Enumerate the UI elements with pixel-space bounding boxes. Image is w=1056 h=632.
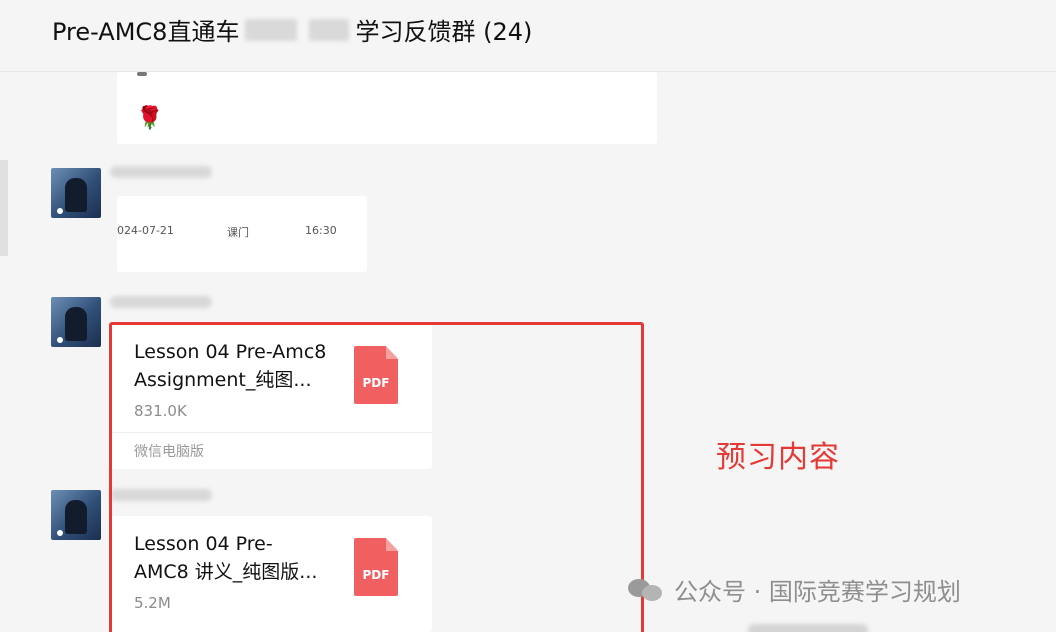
avatar[interactable]: [51, 490, 101, 540]
partial-text: [137, 72, 147, 76]
chat-title-prefix: Pre-AMC8直通车: [52, 18, 240, 46]
avatar[interactable]: [51, 297, 101, 347]
redacted-sender-name: [110, 166, 212, 178]
message-time: 16:30: [305, 224, 337, 237]
avatar-badge: [57, 208, 63, 214]
avatar-badge: [57, 337, 63, 343]
scrollbar[interactable]: [0, 160, 8, 256]
message-date: 024-07-21: [117, 224, 174, 237]
date-message-bubble[interactable]: 024-07-21 课门 16:30: [117, 196, 367, 272]
watermark-text: 公众号 · 国际竞赛学习规划: [674, 578, 961, 606]
avatar-badge: [57, 530, 63, 536]
avatar-figure: [65, 500, 87, 534]
redacted-title-part: [245, 18, 298, 41]
chat-window: Pre-AMC8直通车 学习反馈群 (24) 🌹 024-07-21 课门 16…: [0, 0, 1056, 632]
wechat-icon: [628, 577, 664, 603]
message-bubble[interactable]: [117, 72, 657, 144]
watermark: 公众号 · 国际竞赛学习规划: [628, 572, 961, 607]
avatar[interactable]: [51, 168, 101, 218]
message-place: 课门: [227, 226, 249, 239]
avatar-figure: [65, 178, 87, 212]
chat-title: Pre-AMC8直通车 学习反馈群 (24): [52, 12, 532, 47]
highlight-box: [109, 322, 644, 632]
rose-emoji: 🌹: [136, 106, 164, 131]
chat-title-suffix: 学习反馈群 (24): [355, 18, 533, 46]
redacted-title-part: [309, 18, 350, 41]
chat-header: Pre-AMC8直通车 学习反馈群 (24): [0, 0, 1056, 72]
redacted-sender-name: [110, 296, 212, 308]
redacted-bottom-text: [748, 624, 868, 632]
annotation-note: 预习内容: [716, 440, 840, 475]
avatar-figure: [65, 307, 87, 341]
